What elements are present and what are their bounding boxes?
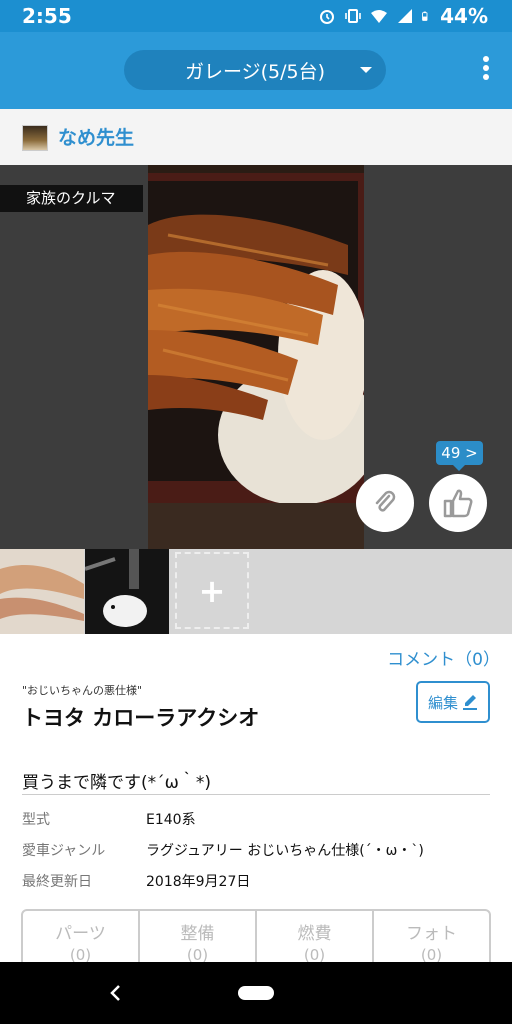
edit-label: 編集 bbox=[427, 693, 458, 712]
back-icon[interactable] bbox=[106, 982, 124, 1004]
status-time: 2:55 bbox=[22, 4, 72, 28]
tab-label: 整備 bbox=[180, 924, 215, 944]
user-row[interactable]: なめ先生 bbox=[0, 109, 512, 166]
status-icons: 44% bbox=[318, 4, 488, 28]
car-comment: 買うまで隣です(*´ω｀*) bbox=[22, 773, 212, 793]
chevron-down-icon bbox=[360, 67, 372, 73]
car-name: トヨタ カローラアクシオ bbox=[22, 706, 260, 730]
app-bar: ガレージ(5/5台) bbox=[0, 32, 512, 109]
attach-button[interactable] bbox=[356, 474, 414, 532]
tab-fuel[interactable]: 燃費 (0) bbox=[257, 911, 374, 967]
tab-photo[interactable]: フォト (0) bbox=[374, 911, 489, 967]
edit-button[interactable]: 編集 bbox=[416, 681, 490, 723]
alarm-icon bbox=[320, 10, 335, 24]
thumbnail-strip: + bbox=[0, 549, 512, 634]
spec-label: 型式 bbox=[22, 812, 50, 828]
tab-label: 燃費 bbox=[297, 924, 332, 944]
battery-icon bbox=[422, 11, 428, 21]
system-nav-bar bbox=[0, 962, 512, 1024]
thumbnail-item[interactable] bbox=[0, 549, 84, 634]
spec-value: E140系 bbox=[146, 812, 196, 828]
pencil-icon bbox=[463, 695, 477, 710]
thumbnail-item[interactable] bbox=[85, 549, 169, 634]
avatar[interactable] bbox=[22, 125, 48, 151]
tab-parts[interactable]: パーツ (0) bbox=[23, 911, 140, 967]
thumbs-up-icon bbox=[443, 489, 473, 518]
category-tabs: パーツ (0) 整備 (0) 燃費 (0) フォト (0) bbox=[21, 909, 491, 969]
garage-title: ガレージ(5/5台) bbox=[184, 60, 326, 83]
car-category-tag: 家族のクルマ bbox=[0, 185, 143, 212]
add-photo-button[interactable]: + bbox=[175, 552, 249, 629]
divider bbox=[22, 794, 490, 795]
photo-viewer[interactable]: 家族のクルマ 49 > bbox=[0, 165, 512, 549]
main-photo[interactable] bbox=[148, 165, 364, 549]
home-icon[interactable] bbox=[238, 986, 274, 1000]
wifi-icon bbox=[371, 10, 388, 23]
spec-label: 最終更新日 bbox=[22, 874, 92, 890]
tab-maintenance[interactable]: 整備 (0) bbox=[140, 911, 257, 967]
comment-link[interactable]: コメント（0） bbox=[387, 645, 500, 670]
paperclip-icon bbox=[375, 490, 396, 512]
garage-dropdown[interactable]: ガレージ(5/5台) bbox=[124, 50, 386, 90]
signal-icon bbox=[398, 9, 413, 23]
tab-label: フォト bbox=[406, 924, 457, 944]
vibrate-icon bbox=[345, 9, 361, 23]
battery-percentage: 44% bbox=[440, 4, 488, 28]
spec-value: 2018年9月27日 bbox=[146, 874, 251, 890]
spec-label: 愛車ジャンル bbox=[22, 843, 106, 859]
like-button[interactable] bbox=[429, 474, 487, 532]
tab-label: パーツ bbox=[55, 924, 106, 944]
spec-value: ラグジュアリー おじいちゃん仕様(´・ω・`) bbox=[146, 843, 424, 859]
user-name[interactable]: なめ先生 bbox=[58, 123, 134, 150]
likes-count-badge[interactable]: 49 > bbox=[436, 441, 483, 471]
status-bar: 2:55 44% bbox=[0, 0, 512, 32]
more-vert-icon[interactable] bbox=[476, 56, 496, 86]
car-nickname: "おじいちゃんの悪仕様" bbox=[22, 684, 143, 697]
